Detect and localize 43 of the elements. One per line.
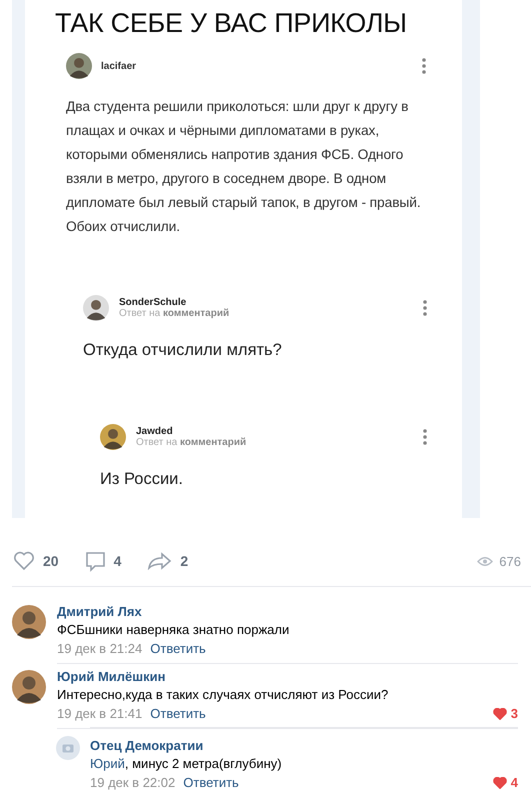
- post-text: Два студента решили приколоться: шли друг к другу в плащах и очках и чёрными дипломатами в руках, которыми обменялись напротив здания ФСБ. Одного взяли в метро, другого в соседнем дворе. В одном дипломате был левый старый тапок, в другом - правый. Обоих отчислили.: [66, 98, 422, 236]
- reply-text: Из России.: [100, 470, 184, 489]
- author-link[interactable]: Дмитрий Лях: [57, 604, 518, 619]
- view-count: 676: [499, 554, 521, 568]
- comment-text: ФСБшники наверняка знатно поржали: [57, 622, 290, 637]
- more-icon[interactable]: [423, 300, 427, 316]
- mention-link[interactable]: Юрий: [90, 756, 125, 771]
- reply-text: Откуда отчислили млять?: [83, 341, 283, 360]
- comment-button[interactable]: 4: [84, 550, 122, 572]
- comment-text: Интересно,куда в таких случаях отчисляют из России?: [57, 687, 390, 702]
- more-icon[interactable]: [422, 58, 426, 74]
- share-icon: [147, 552, 172, 570]
- camera-icon: [56, 736, 80, 760]
- heart-icon: [492, 708, 507, 720]
- avatar-icon: [83, 295, 109, 321]
- comment-time: 19 дек в 21:41: [57, 706, 142, 721]
- username: lacifaer: [101, 60, 138, 72]
- reply-link[interactable]: Ответить: [150, 641, 206, 656]
- comment-time: 19 дек в 21:24: [57, 641, 142, 656]
- avatar-icon: [12, 670, 46, 704]
- more-icon[interactable]: [423, 429, 427, 445]
- eye-icon: [477, 556, 494, 566]
- heart-icon: [492, 776, 507, 788]
- comment-time: 19 дек в 22:02: [90, 775, 176, 790]
- username: SonderSchule: [119, 297, 188, 308]
- reply-subtitle: Ответ на комментарий: [136, 437, 248, 448]
- author-link[interactable]: Отец Демократии: [90, 738, 518, 753]
- avatar-icon: [100, 424, 126, 450]
- reply-link[interactable]: Ответить: [183, 775, 239, 790]
- like-button[interactable]: 3: [492, 706, 518, 721]
- reply-link[interactable]: Ответить: [150, 706, 206, 721]
- reply-subtitle: Ответ на комментарий: [119, 308, 230, 319]
- username: Jawded: [136, 426, 174, 437]
- author-link[interactable]: Юрий Милёшкин: [57, 669, 518, 684]
- avatar-icon: [66, 53, 92, 79]
- like-button[interactable]: 4: [492, 775, 518, 790]
- share-button[interactable]: 2: [147, 552, 188, 570]
- comment-text: Юрий, минус 2 метра(вглубину): [90, 756, 283, 771]
- heart-icon: [13, 551, 35, 571]
- comment-icon: [84, 550, 106, 572]
- meme-title: ТАК СЕБЕ У ВАС ПРИКОЛЫ: [55, 8, 408, 39]
- like-button[interactable]: 20: [13, 551, 59, 571]
- avatar-icon: [12, 605, 46, 639]
